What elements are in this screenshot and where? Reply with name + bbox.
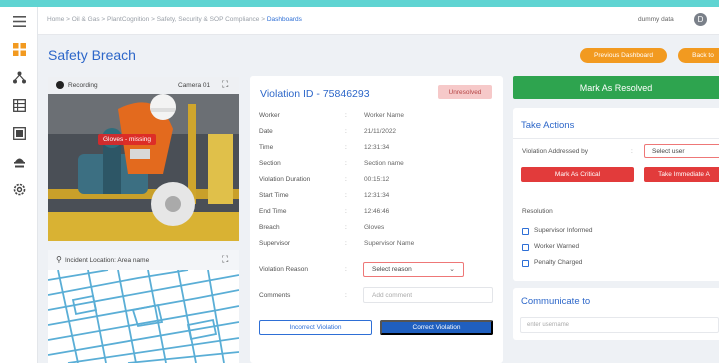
- detail-label: Date: [259, 128, 273, 135]
- detail-value: Section name: [364, 160, 404, 167]
- detail-label: Time: [259, 144, 274, 151]
- user-name: dummy data: [638, 16, 674, 23]
- mark-resolved-button[interactable]: Mark As Resolved: [513, 76, 719, 99]
- detail-value: Supervisor Name: [364, 240, 415, 247]
- top-bar: Home > Oil & Gas > PlantCognition > Safe…: [38, 7, 719, 35]
- resolution-option-label: Penalty Charged: [534, 259, 583, 266]
- map-header: ⚲ Incident Location: Area name ⛶: [48, 250, 239, 270]
- camera-feed-panel: Recording Camera 01 ⛶ Gloves - missing: [48, 77, 239, 241]
- detail-label: Violation Duration: [259, 176, 311, 183]
- incident-location: Incident Location: Area name: [65, 257, 150, 264]
- resolution-option-label: Supervisor Informed: [534, 227, 593, 234]
- breadcrumb-separator: >: [101, 16, 106, 23]
- take-actions-title: Take Actions: [521, 120, 575, 131]
- detail-value: 00:15:12: [364, 176, 390, 183]
- comment-input[interactable]: Add comment: [363, 287, 493, 303]
- chevron-down-icon: ⌄: [449, 266, 455, 273]
- previous-dashboard-button[interactable]: Previous Dashboard: [580, 48, 667, 63]
- detail-label: Breach: [259, 224, 280, 231]
- username-input[interactable]: enter username: [520, 317, 719, 333]
- breadcrumb-item[interactable]: PlantCognition: [107, 16, 149, 23]
- camera-image: Gloves - missing: [48, 94, 239, 241]
- camera-header: Recording Camera 01 ⛶: [48, 77, 239, 94]
- fullscreen-icon[interactable]: ⛶: [222, 254, 228, 265]
- incorrect-violation-button[interactable]: Incorrect Violation: [259, 320, 372, 335]
- take-immediate-action-button[interactable]: Take Immediate A: [644, 167, 719, 182]
- reason-select-value: Select reason: [372, 266, 412, 273]
- network-icon[interactable]: [11, 69, 27, 85]
- resolution-label: Resolution: [522, 208, 553, 215]
- breadcrumb-item[interactable]: Safety, Security & SOP Compliance: [157, 16, 260, 23]
- detail-row: Breach: Gloves: [259, 224, 385, 231]
- record-icon: [56, 81, 64, 89]
- detail-row: End Time:12:46:46: [259, 208, 390, 215]
- fullscreen-icon[interactable]: ⛶: [222, 79, 228, 90]
- status-badge: Unresolved: [438, 85, 492, 99]
- resolution-option-label: Worker Warned: [534, 243, 580, 250]
- violation-details-card: Violation ID - 75846293 Unresolved Worke…: [250, 76, 503, 363]
- detail-value: 21/11/2022: [364, 128, 397, 135]
- reason-label: Violation Reason: [259, 266, 309, 273]
- gallery-icon[interactable]: [11, 125, 27, 141]
- sidebar: [0, 7, 38, 363]
- breadcrumb: Home > Oil & Gas > PlantCognition > Safe…: [47, 16, 302, 23]
- communicate-card: Communicate to enter username: [513, 288, 719, 340]
- detail-label: End Time: [259, 208, 287, 215]
- detail-row: Section: Section name: [259, 160, 404, 167]
- detail-row: Time:12:31:34: [259, 144, 390, 151]
- detection-label: Gloves - missing: [98, 134, 157, 145]
- settings-icon[interactable]: [11, 181, 27, 197]
- detail-row: Start Time:12:31:34: [259, 192, 390, 199]
- take-actions-card: Take Actions Violation Addressed by : Se…: [513, 108, 719, 281]
- detail-row: Date:21/11/2022: [259, 128, 397, 135]
- detail-value: Worker Name: [364, 112, 404, 119]
- detail-label: Supervisor: [259, 240, 291, 247]
- detail-row: Violation Duration:00:15:12: [259, 176, 390, 183]
- detail-row: Worker: Worker Name: [259, 112, 404, 119]
- worker-icon[interactable]: [11, 153, 27, 169]
- avatar[interactable]: D: [694, 13, 707, 26]
- detail-value: Gloves: [364, 224, 385, 231]
- comments-label: Comments: [259, 292, 291, 299]
- detail-value: 12:46:46: [364, 208, 390, 215]
- breadcrumb-item[interactable]: Oil & Gas: [72, 16, 100, 23]
- page-title: Safety Breach: [48, 47, 136, 63]
- select-user-dropdown[interactable]: Select user: [644, 144, 719, 158]
- detail-row: Supervisor: Supervisor Name: [259, 240, 415, 247]
- breadcrumb-separator: >: [66, 16, 70, 23]
- violation-id: Violation ID - 75846293: [260, 88, 370, 100]
- camera-name: Camera 01: [178, 82, 211, 89]
- worker-warned-checkbox[interactable]: [522, 244, 529, 251]
- divider: [513, 138, 719, 139]
- supervisor-informed-checkbox[interactable]: [522, 228, 529, 235]
- table-icon[interactable]: [11, 97, 27, 113]
- incident-map-panel: ⚲ Incident Location: Area name ⛶: [48, 250, 239, 363]
- detail-label: Start Time: [259, 192, 289, 199]
- addressed-by-label: Violation Addressed by: [522, 148, 589, 155]
- correct-violation-button[interactable]: Correct Violation: [380, 320, 493, 335]
- detail-label: Section: [259, 160, 281, 167]
- incident-map[interactable]: [48, 270, 239, 363]
- location-pin-icon: ⚲: [56, 255, 62, 264]
- communicate-title: Communicate to: [521, 296, 591, 307]
- breadcrumb-item-current[interactable]: Dashboards: [267, 16, 302, 23]
- penalty-charged-checkbox[interactable]: [522, 260, 529, 267]
- camera-status: Recording: [68, 82, 98, 89]
- detail-value: 12:31:34: [364, 144, 390, 151]
- dashboard-icon[interactable]: [11, 41, 27, 57]
- breadcrumb-item[interactable]: Home: [47, 16, 64, 23]
- back-button[interactable]: Back to: [678, 48, 719, 63]
- menu-icon[interactable]: [11, 13, 27, 29]
- detail-value: 12:31:34: [364, 192, 390, 199]
- mark-critical-button[interactable]: Mark As Critical: [521, 167, 634, 182]
- breadcrumb-separator: >: [261, 16, 266, 23]
- detail-label: Worker: [259, 112, 280, 119]
- reason-select[interactable]: Select reason ⌄: [363, 262, 464, 277]
- breadcrumb-separator: >: [151, 16, 155, 23]
- top-accent-strip: [0, 0, 719, 7]
